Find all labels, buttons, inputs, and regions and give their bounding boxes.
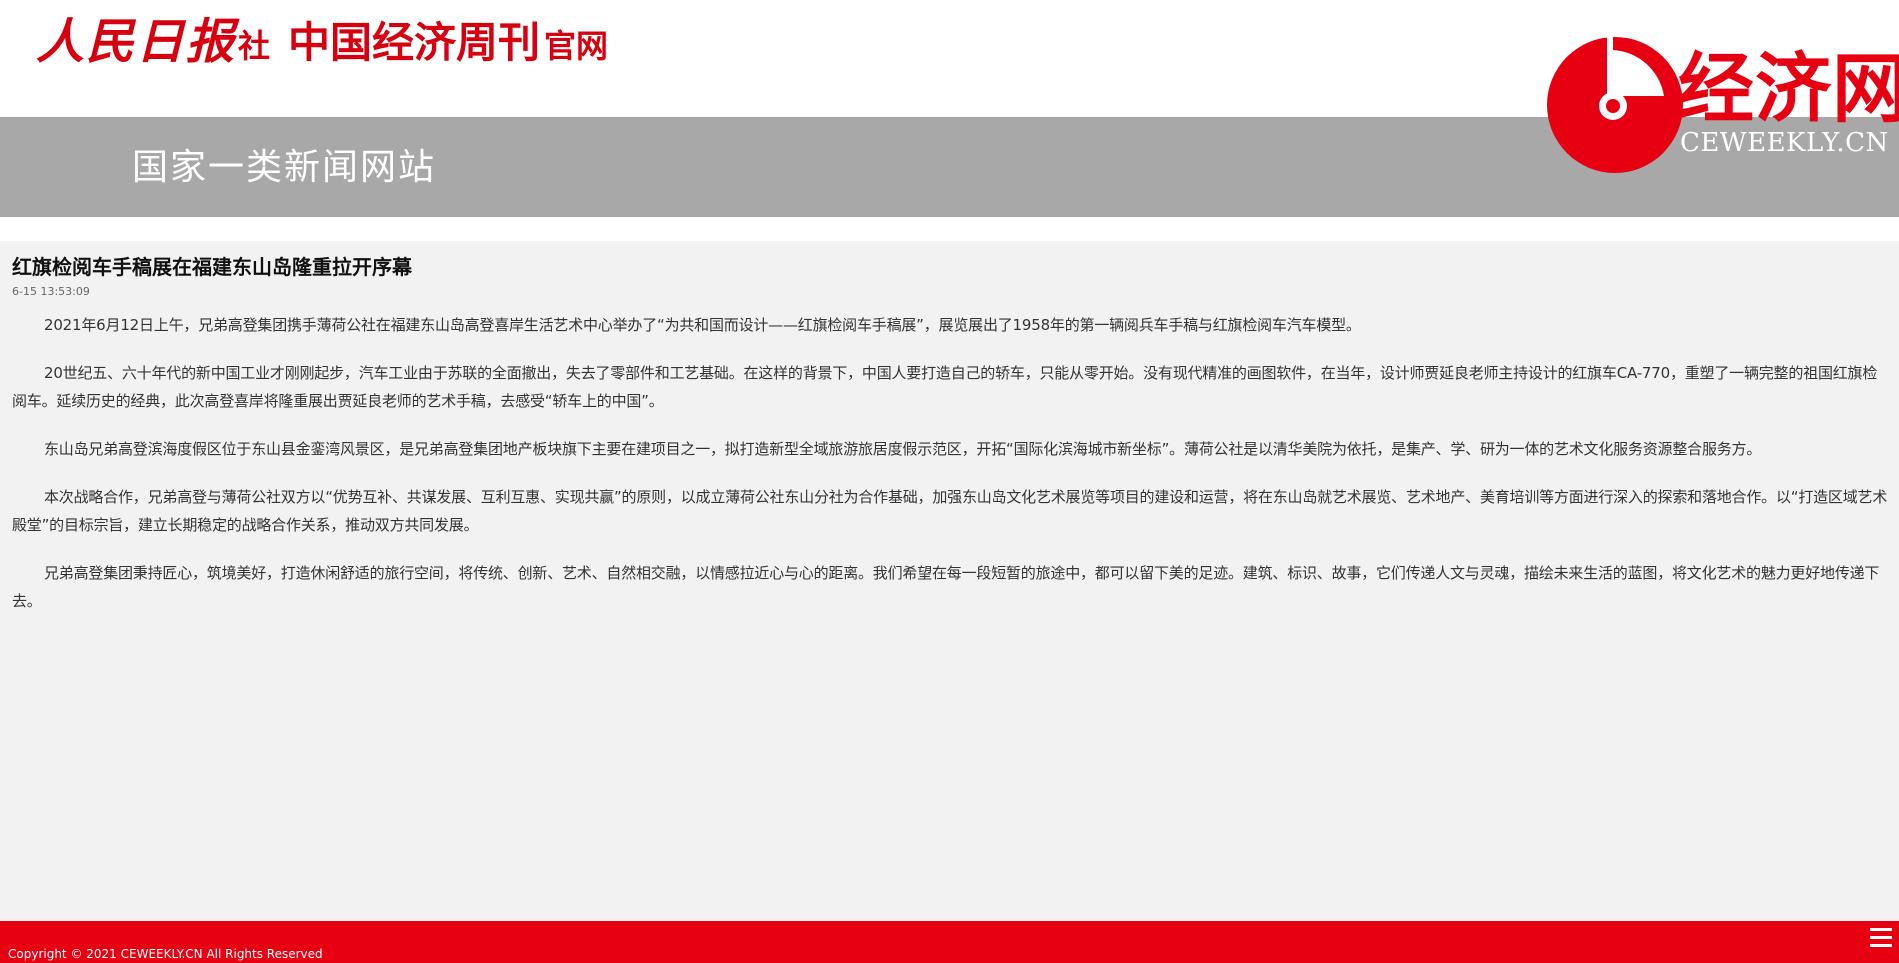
article-paragraph: 本次战略合作，兄弟高登与薄荷公社双方以“优势互补、共谋发展、互利互惠、实现共赢”… <box>12 488 1888 534</box>
article-paragraph: 兄弟高登集团秉持匠心，筑境美好，打造休闲舒适的旅行空间，将传统、创新、艺术、自然… <box>12 564 1880 610</box>
masthead-official: 官网 <box>544 27 609 65</box>
logo-mark-icon <box>1547 36 1683 173</box>
article-paragraph: 东山岛兄弟高登滨海度假区位于东山县金銮湾风景区，是兄弟高登集团地产板块旗下主要在… <box>44 440 1762 458</box>
logo-domain: CEWEEKLY.CN <box>1680 128 1889 158</box>
site-slogan: 国家一类新闻网站 <box>132 147 437 188</box>
menu-bar <box>1870 936 1892 939</box>
article-date: 6-15 13:53:09 <box>12 285 90 298</box>
article-body: 2021年6月12日上午，兄弟高登集团携手薄荷公社在福建东山岛高登喜岸生活艺术中… <box>12 311 1888 635</box>
hamburger-menu-icon[interactable] <box>1869 928 1893 954</box>
masthead-weekly: 中国经济周刊 <box>288 18 541 67</box>
menu-bar <box>1870 928 1892 931</box>
page: 人民日报 社 中国经济周刊 官网 国家一类新闻网站 经济网 CEWEEKLY.C… <box>0 0 1899 963</box>
ceweekly-logo[interactable]: 经济网 CEWEEKLY.CN <box>1546 36 1899 174</box>
masthead[interactable]: 人民日报 社 中国经济周刊 官网 <box>36 12 608 72</box>
article-title: 红旗检阅车手稿展在福建东山岛隆重拉开序幕 <box>12 255 412 279</box>
logo-name: 经济网 <box>1678 44 1899 133</box>
article: 红旗检阅车手稿展在福建东山岛隆重拉开序幕 6-15 13:53:09 2021年… <box>0 241 1899 921</box>
menu-bar <box>1870 944 1892 947</box>
article-paragraph: 2021年6月12日上午，兄弟高登集团携手薄荷公社在福建东山岛高登喜岸生活艺术中… <box>44 316 1361 334</box>
site-footer: Copyright © 2021 CEWEEKLY.CN All Rights … <box>0 921 1899 963</box>
masthead-people-daily: 人民日报 <box>36 14 237 70</box>
article-paragraph: 20世纪五、六十年代的新中国工业才刚刚起步，汽车工业由于苏联的全面撤出，失去了零… <box>12 364 1878 410</box>
copyright-text: Copyright © 2021 CEWEEKLY.CN All Rights … <box>8 947 323 961</box>
masthead-she: 社 <box>238 27 271 65</box>
